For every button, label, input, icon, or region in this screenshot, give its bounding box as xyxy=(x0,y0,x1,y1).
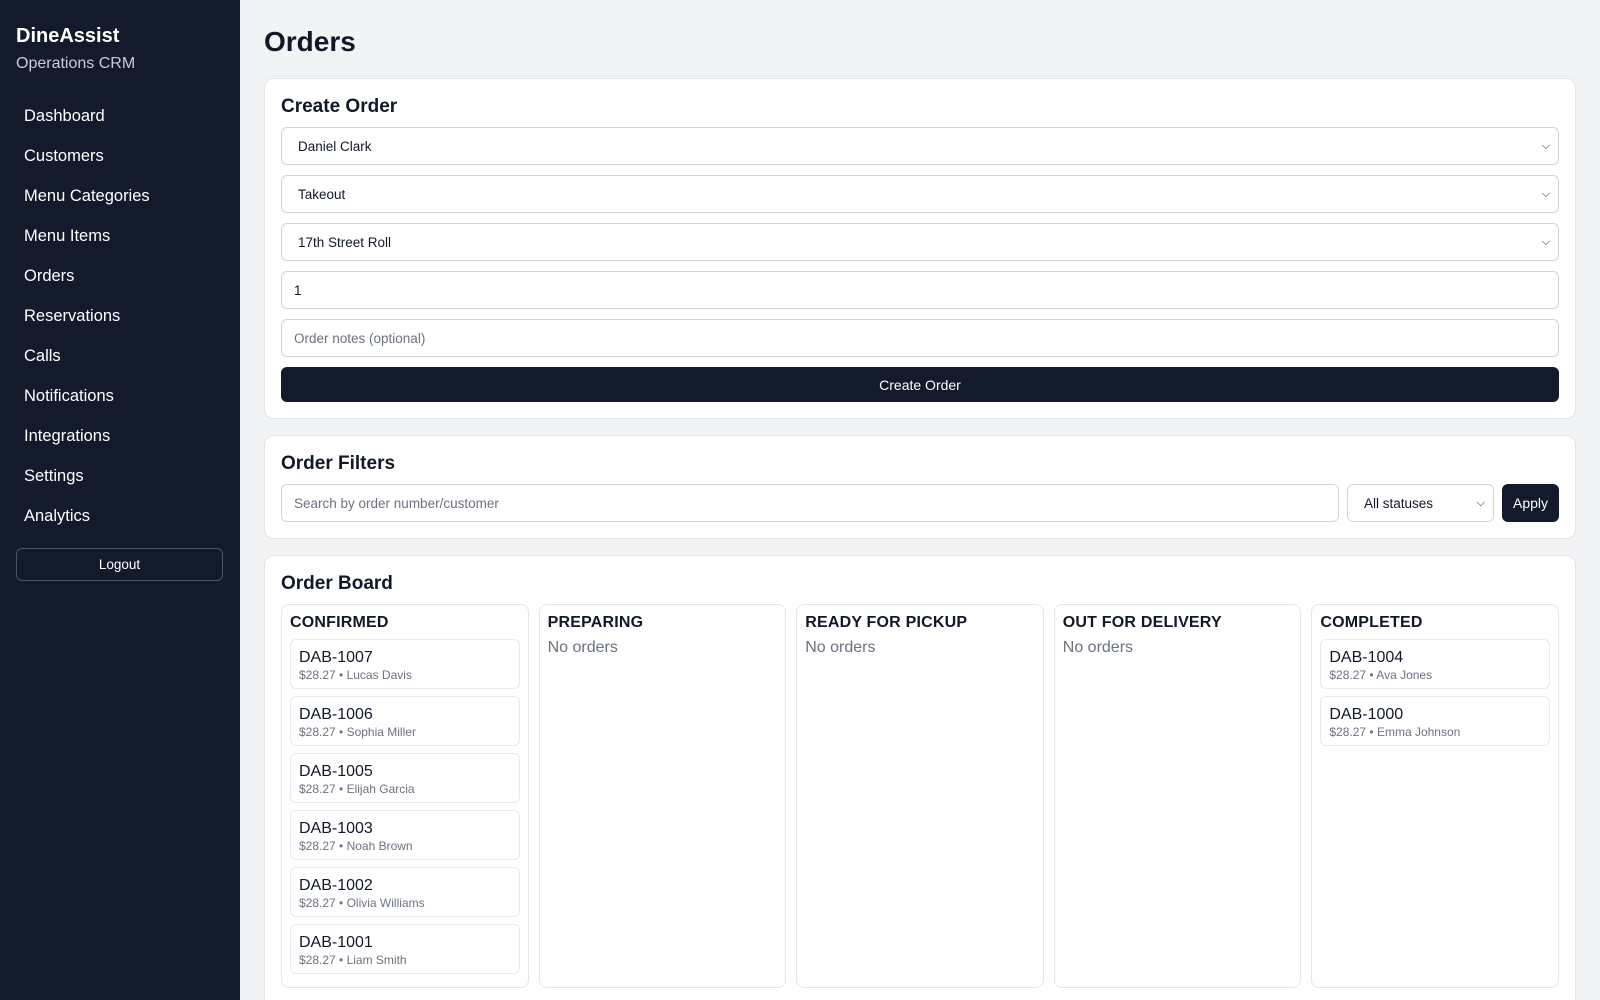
sidebar-item-menu-items[interactable]: Menu Items xyxy=(16,216,224,256)
customer-select-value: Daniel Clark xyxy=(298,138,372,154)
sidebar-item-orders[interactable]: Orders xyxy=(16,256,224,296)
order-number: DAB-1000 xyxy=(1329,706,1404,723)
order-number: DAB-1002 xyxy=(299,877,373,894)
order-card[interactable]: DAB-1000 $28.27 • Emma Johnson xyxy=(1320,696,1550,746)
chevron-down-icon: ⌵ xyxy=(1476,496,1485,509)
order-meta: $28.27 • Elijah Garcia xyxy=(299,782,415,796)
order-card[interactable]: DAB-1002 $28.27 • Olivia Williams xyxy=(290,867,520,917)
order-card[interactable]: DAB-1006 $28.27 • Sophia Miller xyxy=(290,696,520,746)
order-board: CONFIRMED DAB-1007 $28.27 • Lucas Davis … xyxy=(281,604,1559,988)
sidebar-item-notifications[interactable]: Notifications xyxy=(16,376,224,416)
board-column-out-for-delivery: OUT FOR DELIVERY No orders xyxy=(1053,604,1302,988)
chevron-down-icon: ⌵ xyxy=(1541,139,1550,152)
brand-subtitle: Operations CRM xyxy=(16,55,136,72)
status-filter-select[interactable]: All statuses ⌵ xyxy=(1347,484,1494,522)
board-column-completed: COMPLETED DAB-1004 $28.27 • Ava Jones DA… xyxy=(1311,604,1559,988)
sidebar-item-menu-categories[interactable]: Menu Categories xyxy=(16,176,224,216)
order-filters-title: Order Filters xyxy=(281,453,396,474)
sidebar-item-analytics[interactable]: Analytics xyxy=(16,496,224,536)
menu-item-select-value: 17th Street Roll xyxy=(298,234,392,250)
sidebar: DineAssist Operations CRM Dashboard Cust… xyxy=(0,0,240,1000)
column-title: PREPARING xyxy=(547,614,644,631)
order-board-card: Order Board CONFIRMED DAB-1007 $28.27 • … xyxy=(264,555,1576,1000)
sidebar-nav: Dashboard Customers Menu Categories Menu… xyxy=(16,96,224,536)
main-content: Orders Create Order Daniel Clark ⌵ Takeo… xyxy=(240,0,1600,1000)
order-meta: $28.27 • Noah Brown xyxy=(299,839,413,853)
empty-column-text: No orders xyxy=(1062,639,1134,656)
order-meta: $28.27 • Lucas Davis xyxy=(299,668,412,682)
order-card[interactable]: DAB-1001 $28.27 • Liam Smith xyxy=(290,924,520,974)
order-number: DAB-1003 xyxy=(299,820,373,837)
column-title: CONFIRMED xyxy=(290,614,389,631)
page-title: Orders xyxy=(264,26,356,57)
order-meta: $28.27 • Emma Johnson xyxy=(1329,725,1461,739)
order-card[interactable]: DAB-1004 $28.27 • Ava Jones xyxy=(1320,639,1550,689)
apply-filters-button[interactable]: Apply xyxy=(1502,484,1559,522)
order-notes-input[interactable]: Order notes (optional) xyxy=(281,319,1559,357)
order-meta: $28.27 • Sophia Miller xyxy=(299,725,416,739)
create-order-card: Create Order Daniel Clark ⌵ Takeout ⌵ 17… xyxy=(264,78,1576,419)
column-title: READY FOR PICKUP xyxy=(805,614,968,631)
order-card[interactable]: DAB-1007 $28.27 • Lucas Davis xyxy=(290,639,520,689)
order-number: DAB-1004 xyxy=(1329,649,1404,666)
sidebar-item-dashboard[interactable]: Dashboard xyxy=(16,96,224,136)
create-order-title: Create Order xyxy=(281,96,398,117)
order-board-title: Order Board xyxy=(281,573,393,594)
column-title: OUT FOR DELIVERY xyxy=(1062,614,1222,631)
column-title: COMPLETED xyxy=(1320,614,1423,631)
create-order-button[interactable]: Create Order xyxy=(281,367,1559,402)
chevron-down-icon: ⌵ xyxy=(1541,187,1550,200)
order-number: DAB-1007 xyxy=(299,649,373,666)
brand-title: DineAssist xyxy=(16,25,120,47)
customer-select[interactable]: Daniel Clark ⌵ xyxy=(281,127,1559,165)
order-number: DAB-1006 xyxy=(299,706,373,723)
board-column-preparing: PREPARING No orders xyxy=(538,604,787,988)
board-column-confirmed: CONFIRMED DAB-1007 $28.27 • Lucas Davis … xyxy=(281,604,529,988)
sidebar-item-customers[interactable]: Customers xyxy=(16,136,224,176)
order-search-input[interactable]: Search by order number/customer xyxy=(281,484,1339,522)
order-search-placeholder: Search by order number/customer xyxy=(294,495,499,511)
status-filter-value: All statuses xyxy=(1364,495,1434,511)
order-number: DAB-1005 xyxy=(299,763,373,780)
menu-item-select[interactable]: 17th Street Roll ⌵ xyxy=(281,223,1559,261)
order-card[interactable]: DAB-1005 $28.27 • Elijah Garcia xyxy=(290,753,520,803)
sidebar-item-integrations[interactable]: Integrations xyxy=(16,416,224,456)
empty-column-text: No orders xyxy=(547,639,618,656)
board-column-ready-for-pickup: READY FOR PICKUP No orders xyxy=(796,604,1044,988)
chevron-down-icon: ⌵ xyxy=(1541,235,1550,248)
order-type-select[interactable]: Takeout ⌵ xyxy=(281,175,1559,213)
order-notes-placeholder: Order notes (optional) xyxy=(294,330,426,346)
order-number: DAB-1001 xyxy=(299,934,373,951)
filters-row: Search by order number/customer All stat… xyxy=(281,484,1559,522)
empty-column-text: No orders xyxy=(805,639,876,656)
order-filters-card: Order Filters Search by order number/cus… xyxy=(264,435,1576,539)
sidebar-item-reservations[interactable]: Reservations xyxy=(16,296,224,336)
order-type-select-value: Takeout xyxy=(298,186,346,202)
order-meta: $28.27 • Ava Jones xyxy=(1329,668,1433,682)
quantity-input[interactable]: 1 xyxy=(281,271,1559,309)
order-meta: $28.27 • Liam Smith xyxy=(299,953,407,967)
sidebar-item-settings[interactable]: Settings xyxy=(16,456,224,496)
order-meta: $28.27 • Olivia Williams xyxy=(299,896,425,910)
logout-button[interactable]: Logout xyxy=(16,548,223,581)
sidebar-item-calls[interactable]: Calls xyxy=(16,336,224,376)
quantity-input-value: 1 xyxy=(294,282,302,298)
order-card[interactable]: DAB-1003 $28.27 • Noah Brown xyxy=(290,810,520,860)
